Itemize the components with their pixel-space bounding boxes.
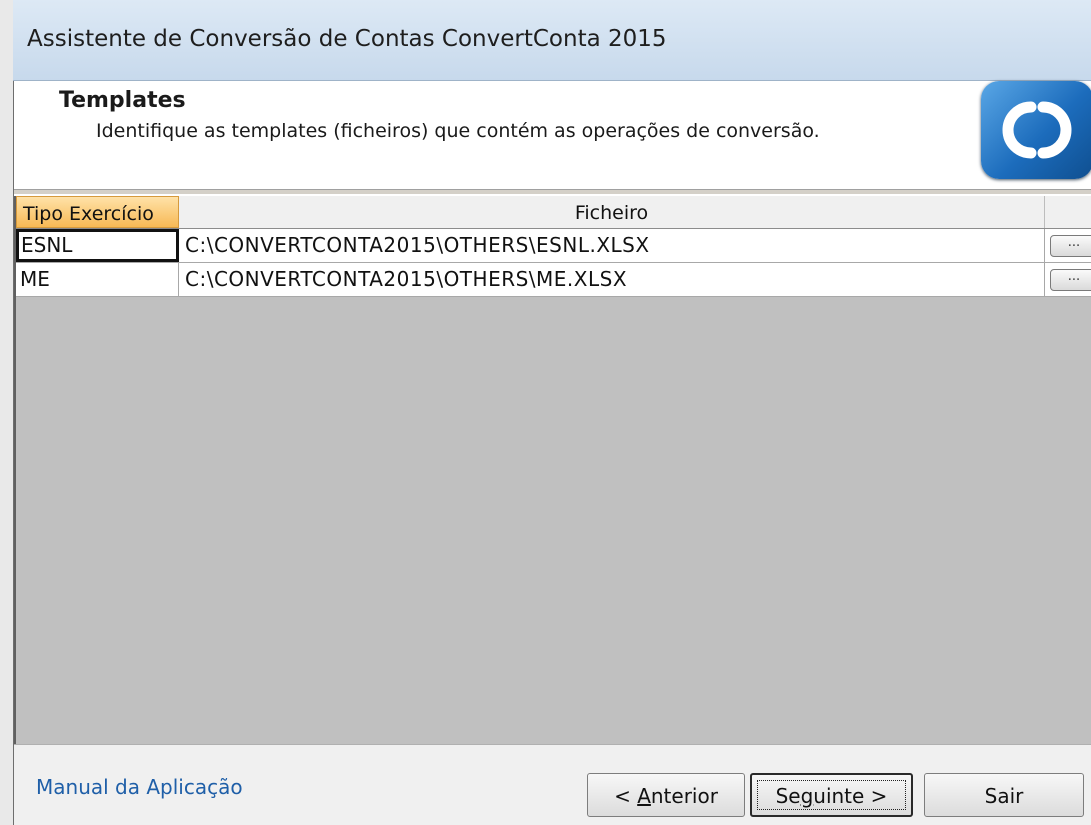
anterior-prefix: <	[614, 784, 638, 808]
wizard-window: Assistente de Conversão de Contas Conver…	[0, 0, 1091, 825]
cell-ficheiro[interactable]: C:\CONVERTCONTA2015\OTHERS\ESNL.XLSX	[179, 229, 1045, 262]
grid-header-row: Tipo Exercício Ficheiro	[16, 196, 1091, 229]
table-row[interactable]: ESNL C:\CONVERTCONTA2015\OTHERS\ESNL.XLS…	[16, 229, 1091, 263]
seguinte-accelerator: g	[800, 784, 814, 808]
column-header-ficheiro[interactable]: Ficheiro	[179, 196, 1045, 228]
templates-grid[interactable]: Tipo Exercício Ficheiro ESNL C:\CONVERTC…	[14, 196, 1091, 744]
column-header-tipo-exercicio[interactable]: Tipo Exercício	[16, 196, 179, 228]
cell-tipo-exercicio[interactable]: ESNL	[16, 229, 179, 262]
seguinte-button[interactable]: Seguinte >	[750, 773, 913, 817]
page-subtitle: Identifique as templates (ficheiros) que…	[96, 120, 820, 142]
seguinte-rest: uinte >	[813, 784, 888, 808]
manual-link[interactable]: Manual da Aplicação	[36, 775, 243, 799]
page-title: Templates	[59, 88, 186, 113]
cell-browse: ...	[1045, 263, 1091, 296]
browse-button[interactable]: ...	[1050, 269, 1091, 291]
column-header-browse[interactable]	[1045, 196, 1091, 228]
focus-rectangle: Seguinte >	[757, 780, 906, 810]
header-divider	[14, 189, 1091, 195]
window-title: Assistente de Conversão de Contas Conver…	[27, 26, 667, 52]
title-bar[interactable]: Assistente de Conversão de Contas Conver…	[13, 0, 1091, 81]
wizard-footer: Manual da Aplicação < Anterior Seguinte …	[14, 744, 1091, 825]
wizard-header: Templates Identifique as templates (fich…	[14, 81, 1091, 189]
anterior-rest: nterior	[650, 784, 718, 808]
browse-button[interactable]: ...	[1050, 235, 1091, 257]
cell-tipo-exercicio[interactable]: ME	[16, 263, 179, 296]
sair-button[interactable]: Sair	[924, 773, 1084, 817]
seguinte-prefix: Se	[775, 784, 801, 808]
cell-ficheiro[interactable]: C:\CONVERTCONTA2015\OTHERS\ME.XLSX	[179, 263, 1045, 296]
convertconta-logo-icon	[981, 81, 1091, 179]
cell-browse: ...	[1045, 229, 1091, 262]
window-left-border	[0, 0, 14, 825]
anterior-accelerator: A	[637, 784, 651, 808]
table-row[interactable]: ME C:\CONVERTCONTA2015\OTHERS\ME.XLSX ..…	[16, 263, 1091, 297]
anterior-button[interactable]: < Anterior	[587, 773, 745, 817]
